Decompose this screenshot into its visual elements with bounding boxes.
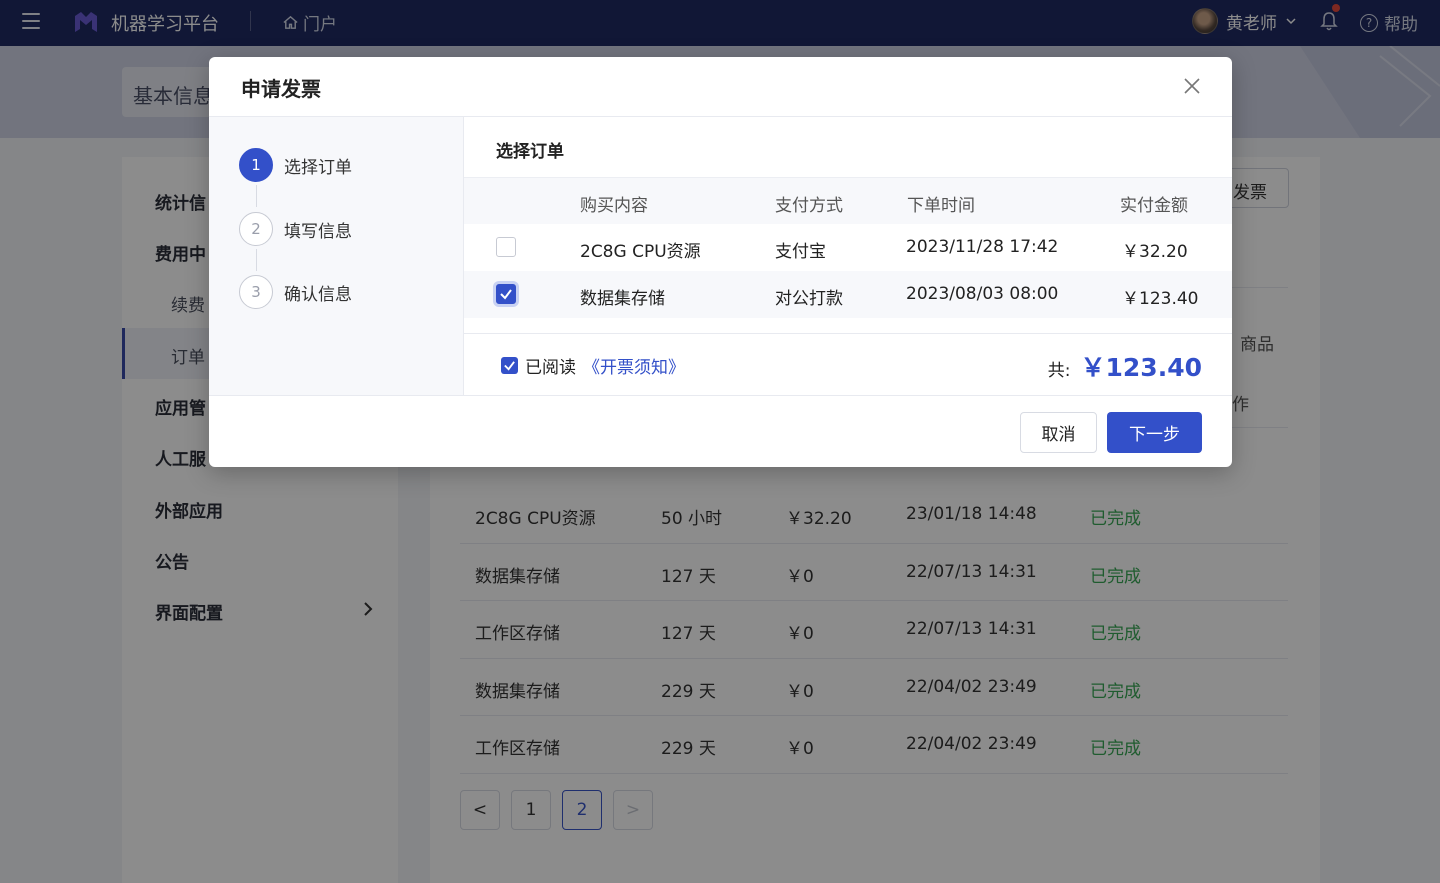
step-connector: [256, 185, 257, 207]
agreement-checkbox[interactable]: [501, 357, 518, 374]
step-number: 1: [239, 148, 273, 182]
check-icon: [500, 289, 512, 300]
step-indicator: 1 选择订单 2 填写信息 3 确认信息: [209, 117, 464, 395]
order-row[interactable]: 2C8G CPU资源 支付宝 2023/11/28 17:42 ￥32.20: [464, 224, 1232, 271]
order-content: 数据集存储: [580, 289, 665, 309]
order-time: 2023/11/28 17:42: [906, 237, 1059, 257]
column-time: 下单时间: [907, 196, 975, 216]
order-payment: 支付宝: [775, 242, 826, 262]
step-label: 确认信息: [284, 284, 352, 305]
close-icon[interactable]: [1181, 75, 1203, 97]
column-amount: 实付金额: [1120, 196, 1188, 216]
divider: [464, 333, 1232, 334]
check-icon: [504, 361, 515, 371]
step-select-order: 1 选择订单: [239, 148, 352, 182]
agreement[interactable]: 已阅读 《开票须知》: [501, 353, 685, 378]
step-confirm-info: 3 确认信息: [239, 275, 352, 309]
step-label: 填写信息: [284, 221, 352, 242]
step-label: 选择订单: [284, 157, 352, 178]
section-title: 选择订单: [496, 142, 564, 162]
dialog-header: 申请发票: [209, 57, 1232, 117]
column-content: 购买内容: [580, 196, 648, 216]
order-payment: 对公打款: [775, 289, 843, 309]
step-number: 3: [239, 275, 273, 309]
step-number: 2: [239, 212, 273, 246]
order-checkbox[interactable]: [496, 284, 516, 304]
order-amount: ￥123.40: [1122, 289, 1199, 309]
invoice-notice-link[interactable]: 《开票须知》: [583, 353, 685, 378]
total-label: 共:: [1047, 361, 1071, 381]
order-table-header: 购买内容 支付方式 下单时间 实付金额: [464, 177, 1232, 224]
order-row[interactable]: 数据集存储 对公打款 2023/08/03 08:00 ￥123.40: [464, 271, 1232, 318]
total-value: ￥123.40: [1080, 353, 1202, 382]
next-step-button[interactable]: 下一步: [1107, 412, 1202, 453]
agreement-text: 已阅读: [525, 358, 576, 378]
order-checkbox[interactable]: [496, 237, 516, 257]
dialog-content: 选择订单 购买内容 支付方式 下单时间 实付金额 2C8G CPU资源 支付宝 …: [464, 117, 1232, 395]
step-fill-info: 2 填写信息: [239, 212, 352, 246]
dialog-footer: 取消 下一步: [209, 395, 1232, 467]
dialog-title: 申请发票: [241, 77, 321, 101]
total-amount: 共: ￥123.40: [1048, 348, 1202, 384]
order-time: 2023/08/03 08:00: [906, 284, 1059, 304]
order-content: 2C8G CPU资源: [580, 242, 701, 262]
step-connector: [256, 249, 257, 271]
order-amount: ￥32.20: [1122, 242, 1188, 262]
cancel-button[interactable]: 取消: [1020, 412, 1097, 453]
invoice-dialog: 申请发票 1 选择订单 2 填写信息 3 确认信息 选择订单 购买内容 支付方式…: [209, 57, 1232, 467]
column-payment: 支付方式: [775, 196, 843, 216]
